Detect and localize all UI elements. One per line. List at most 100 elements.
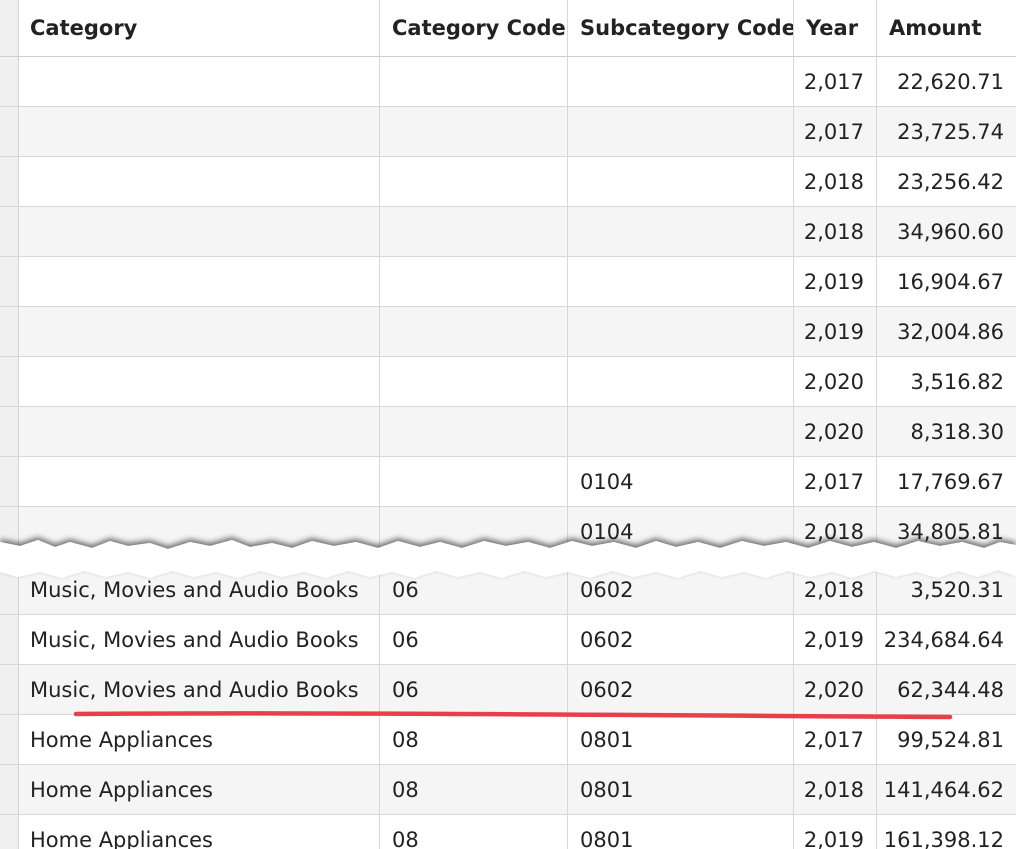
table-row[interactable]: 2,017 22,620.71 — [0, 57, 1016, 107]
table-row[interactable]: 0104 2,018 34,805.81 — [0, 507, 1016, 557]
cell-category — [18, 407, 380, 456]
cell-category: Home Appliances — [18, 715, 380, 764]
cell-category — [18, 307, 380, 356]
table-row[interactable]: Home Appliances 08 0801 2,019 161,398.12 — [0, 815, 1016, 849]
row-header-gutter — [0, 615, 19, 664]
table-bottom-section: Music, Movies and Audio Books 06 0602 2,018… — [0, 560, 1016, 849]
row-header-gutter — [0, 407, 19, 456]
cell-amount: 141,464.62 — [883, 777, 1004, 802]
table-row[interactable]: Music, Movies and Audio Books 06 0602 2,020… — [0, 665, 1016, 715]
cell-subcategory-code: 0602 — [568, 565, 794, 614]
row-header-gutter — [0, 207, 19, 256]
cell-category-code: 08 — [380, 715, 568, 764]
column-header-year[interactable]: Year — [794, 0, 877, 56]
column-header-category[interactable]: Category — [18, 0, 380, 56]
cell-category — [18, 457, 380, 506]
cell-year: 2,017 — [794, 57, 877, 106]
table-row[interactable]: 0104 2,017 17,769.67 — [0, 457, 1016, 507]
cell-category-code — [380, 257, 568, 306]
cell-year: 2,019 — [794, 615, 877, 664]
cell-amount: 17,769.67 — [897, 469, 1004, 494]
row-header-gutter — [0, 457, 19, 506]
cell-amount: 99,524.81 — [897, 727, 1004, 752]
cell-subcategory-code: 0801 — [568, 765, 794, 814]
cell-category-code: 06 — [380, 615, 568, 664]
row-header-gutter — [0, 565, 19, 614]
cell-amount: 32,004.86 — [897, 319, 1004, 344]
cell-year: 2,020 — [794, 407, 877, 456]
table-row[interactable]: 2,020 8,318.30 — [0, 407, 1016, 457]
cell-year: 2,019 — [794, 257, 877, 306]
cell-year: 2,017 — [794, 715, 877, 764]
cell-year: 2,020 — [794, 357, 877, 406]
row-header-gutter — [0, 57, 19, 106]
table-row[interactable]: 2,017 23,725.74 — [0, 107, 1016, 157]
row-header-gutter — [0, 665, 19, 714]
cell-year: 2,018 — [794, 565, 877, 614]
table-visual: Category Category Code Subcategory Code … — [0, 0, 1016, 849]
column-header-subcategory-code[interactable]: Subcategory Code — [568, 0, 794, 56]
row-header-gutter — [0, 307, 19, 356]
column-header-amount[interactable]: Amount — [877, 0, 1016, 56]
cell-subcategory-code: 0602 — [568, 665, 794, 714]
cell-category-code: 06 — [380, 665, 568, 714]
cell-category: Music, Movies and Audio Books — [18, 615, 380, 664]
cell-category-code — [380, 457, 568, 506]
cell-subcategory-code — [568, 407, 794, 456]
cell-year: 2,018 — [794, 765, 877, 814]
table-body-bottom: Music, Movies and Audio Books 06 0602 2,018… — [0, 565, 1016, 849]
cell-category: Music, Movies and Audio Books — [18, 565, 380, 614]
cell-category-code — [380, 507, 568, 556]
cell-category: Home Appliances — [18, 765, 380, 814]
cell-category — [18, 207, 380, 256]
row-header-gutter — [0, 357, 19, 406]
cell-year: 2,018 — [794, 207, 877, 256]
row-header-gutter — [0, 815, 19, 849]
cell-year: 2,018 — [794, 507, 877, 556]
cell-amount: 234,684.64 — [883, 627, 1004, 652]
table-row[interactable]: Music, Movies and Audio Books 06 0602 2,018… — [0, 565, 1016, 615]
cell-category — [18, 157, 380, 206]
table-row[interactable]: Music, Movies and Audio Books 06 0602 2,019… — [0, 615, 1016, 665]
table-row[interactable]: Home Appliances 08 0801 2,018 141,464.62 — [0, 765, 1016, 815]
cell-category: Music, Movies and Audio Books — [18, 665, 380, 714]
cell-amount: 16,904.67 — [897, 269, 1004, 294]
table-top-section: Category Category Code Subcategory Code … — [0, 0, 1016, 560]
cell-amount: 23,725.74 — [897, 119, 1004, 144]
cell-year: 2,019 — [794, 815, 877, 849]
cell-amount: 34,960.60 — [897, 219, 1004, 244]
row-header-gutter — [0, 257, 19, 306]
cell-year: 2,020 — [794, 665, 877, 714]
cell-amount: 22,620.71 — [897, 69, 1004, 94]
cell-amount: 8,318.30 — [910, 419, 1004, 444]
cell-subcategory-code: 0602 — [568, 615, 794, 664]
cell-subcategory-code — [568, 357, 794, 406]
table-row[interactable]: 2,018 23,256.42 — [0, 157, 1016, 207]
cell-subcategory-code — [568, 107, 794, 156]
column-header-category-code[interactable]: Category Code — [380, 0, 568, 56]
row-header-gutter — [0, 765, 19, 814]
row-header-gutter — [0, 715, 19, 764]
cell-category-code: 08 — [380, 765, 568, 814]
cell-category-code — [380, 57, 568, 106]
cell-category-code — [380, 307, 568, 356]
cell-amount: 3,520.31 — [910, 577, 1004, 602]
table-row[interactable]: 2,018 34,960.60 — [0, 207, 1016, 257]
cell-category-code: 08 — [380, 815, 568, 849]
cell-subcategory-code: 0801 — [568, 815, 794, 849]
cell-category-code — [380, 357, 568, 406]
table-row[interactable]: 2,019 32,004.86 — [0, 307, 1016, 357]
cell-category-code — [380, 207, 568, 256]
cell-category-code — [380, 107, 568, 156]
table-row[interactable]: 2,020 3,516.82 — [0, 357, 1016, 407]
table-body-top: 2,017 22,620.71 2,017 23,725.74 2,018 23,256.… — [0, 57, 1016, 557]
row-header-gutter — [0, 507, 19, 556]
cell-subcategory-code — [568, 207, 794, 256]
table-row[interactable]: 2,019 16,904.67 — [0, 257, 1016, 307]
cell-category — [18, 107, 380, 156]
table-row[interactable]: Home Appliances 08 0801 2,017 99,524.81 — [0, 715, 1016, 765]
cell-year: 2,017 — [794, 107, 877, 156]
cell-category — [18, 357, 380, 406]
row-header-gutter — [0, 107, 19, 156]
cell-subcategory-code — [568, 307, 794, 356]
